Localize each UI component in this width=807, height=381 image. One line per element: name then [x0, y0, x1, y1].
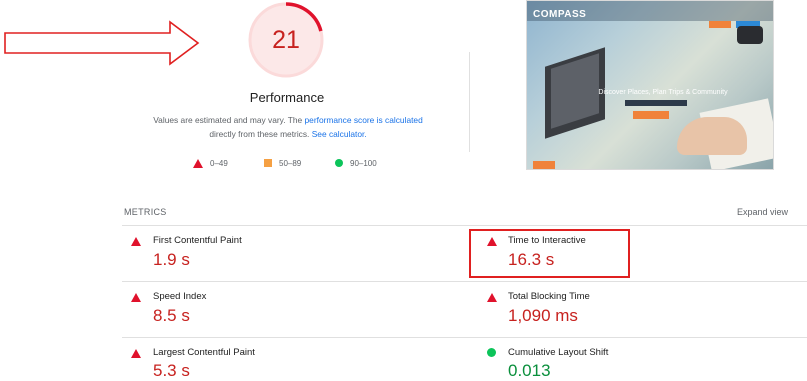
metric-value-fcp: 1.9 s — [153, 250, 190, 269]
metric-value-lcp: 5.3 s — [153, 361, 190, 380]
metrics-header: METRICS — [124, 207, 167, 217]
expand-view-toggle[interactable]: Expand view — [737, 207, 788, 217]
metric-value-speed-index: 8.5 s — [153, 306, 190, 325]
fail-triangle-icon — [131, 293, 141, 302]
annotation-arrow-icon — [4, 20, 200, 66]
thumbnail-logo: COMPASS — [533, 9, 587, 20]
legend-label: 50–89 — [279, 158, 302, 168]
legend-label: 90–100 — [350, 158, 377, 168]
metric-name-tbt: Total Blocking Time — [508, 291, 590, 302]
metrics-divider — [122, 337, 807, 338]
green-circle-icon — [335, 159, 343, 167]
thumbnail-cta-button — [633, 111, 669, 119]
camera-icon — [737, 26, 763, 44]
performance-score-link[interactable]: performance score is calculated — [305, 115, 423, 125]
metric-name-fcp: First Contentful Paint — [153, 235, 242, 246]
thumbnail-orange-button — [709, 21, 731, 28]
metric-value-cls: 0.013 — [508, 361, 551, 380]
fail-triangle-icon — [487, 293, 497, 302]
hand-image — [677, 117, 747, 155]
legend-average: 50–89 — [264, 157, 301, 169]
metric-name-cls: Cumulative Layout Shift — [508, 347, 609, 358]
pass-circle-icon — [487, 348, 496, 357]
performance-score: 21 — [272, 26, 300, 54]
performance-description: Values are estimated and may vary. The p… — [128, 113, 448, 141]
metrics-divider — [122, 281, 807, 282]
metrics-divider — [122, 225, 807, 226]
description-text: Values are estimated and may vary. The — [153, 115, 305, 125]
metric-value-tbt: 1,090 ms — [508, 306, 578, 325]
performance-title: Performance — [249, 90, 325, 105]
thumbnail-subtitle-bar — [625, 100, 687, 106]
red-triangle-icon — [193, 158, 203, 168]
see-calculator-link[interactable]: See calculator. — [312, 129, 367, 139]
page-screenshot-thumbnail[interactable]: COMPASS Discover Places, Plan Trips & Co… — [526, 0, 774, 170]
legend-fail: 0–49 — [193, 157, 228, 169]
metric-name-speed-index: Speed Index — [153, 291, 207, 302]
legend-label: 0–49 — [210, 158, 228, 168]
thumbnail-hero-text: Discover Places, Plan Trips & Community — [598, 89, 728, 96]
annotation-highlight-box — [469, 229, 630, 278]
legend-pass: 90–100 — [335, 157, 377, 169]
thumbnail-badge — [533, 161, 555, 169]
fail-triangle-icon — [131, 349, 141, 358]
description-text-2: directly from these metrics. — [209, 129, 312, 139]
fail-triangle-icon — [131, 237, 141, 246]
metric-name-lcp: Largest Contentful Paint — [153, 347, 255, 358]
divider — [469, 52, 470, 152]
orange-square-icon — [264, 159, 272, 167]
